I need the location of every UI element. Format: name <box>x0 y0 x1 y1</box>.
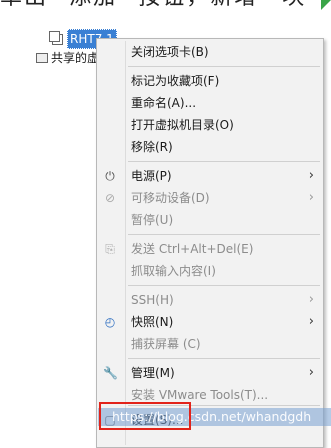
menu-item-label: 抓取输入内容(I) <box>131 264 216 278</box>
submenu-arrow-icon: › <box>308 168 314 183</box>
submenu-arrow-icon: › <box>308 314 314 329</box>
menu-separator <box>128 234 320 235</box>
menu-separator <box>128 66 320 67</box>
vm-icon <box>49 30 63 45</box>
highlight-box <box>99 402 191 430</box>
submenu-arrow-icon: › <box>308 190 314 205</box>
menu-separator <box>128 285 320 286</box>
menu-item-open-directory[interactable]: 打开虚拟机目录(O) <box>98 114 322 136</box>
submenu-arrow-icon: › <box>308 365 314 380</box>
context-menu: 关闭选项卡(B) 标记为收藏项(F) 重命名(A)... 打开虚拟机目录(O) … <box>96 38 324 448</box>
menu-item-removable-devices[interactable]: ⊘ 可移动设备(D) › <box>98 187 322 209</box>
power-icon: ⏻ <box>105 169 115 183</box>
menu-separator <box>128 161 320 162</box>
menu-separator <box>128 358 320 359</box>
wrench-icon: 🔧 <box>103 366 118 380</box>
menu-item-label: 移除(R) <box>131 140 173 154</box>
menu-item-snapshot[interactable]: ◴ 快照(N) › <box>98 311 322 333</box>
menu-item-ssh[interactable]: SSH(H) › <box>98 289 322 311</box>
menu-item-label: 电源(P) <box>131 169 172 183</box>
menu-item-label: SSH(H) <box>131 293 174 307</box>
send-keys-icon: ⎘ <box>105 242 115 256</box>
menu-item-remove[interactable]: 移除(R) <box>98 136 322 158</box>
submenu-arrow-icon: › <box>308 292 314 307</box>
menu-item-label: 标记为收藏项(F) <box>131 74 220 88</box>
menu-item-power[interactable]: ⏻ 电源(P) › <box>98 165 322 187</box>
menu-item-label: 关闭选项卡(B) <box>131 45 209 59</box>
menu-item-favorite[interactable]: 标记为收藏项(F) <box>98 70 322 92</box>
menu-item-label: 打开虚拟机目录(O) <box>131 118 234 132</box>
shared-vms-icon <box>36 53 48 63</box>
menu-item-grab-input[interactable]: 抓取输入内容(I) <box>98 260 322 282</box>
menu-item-rename[interactable]: 重命名(A)... <box>98 92 322 114</box>
menu-item-label: 暂停(U) <box>131 213 174 227</box>
menu-item-label: 捕获屏幕 (C) <box>131 337 201 351</box>
snapshot-icon: ◴ <box>104 315 116 329</box>
menu-item-label: 可移动设备(D) <box>131 191 210 205</box>
menu-item-close-tab[interactable]: 关闭选项卡(B) <box>98 41 322 63</box>
menu-item-label: 重命名(A)... <box>131 96 197 110</box>
menu-item-label: 快照(N) <box>131 315 174 329</box>
menu-item-send-ctrl-alt-del[interactable]: ⎘ 发送 Ctrl+Alt+Del(E) <box>98 238 322 260</box>
menu-item-label: 发送 Ctrl+Alt+Del(E) <box>131 242 254 256</box>
removable-device-icon: ⊘ <box>104 191 116 205</box>
menu-item-capture-screen[interactable]: 捕获屏幕 (C) <box>98 333 322 355</box>
menu-item-pause[interactable]: 暂停(U) <box>98 209 322 231</box>
menu-item-label: 管理(M) <box>131 366 175 380</box>
menu-item-manage[interactable]: 🔧 管理(M) › <box>98 362 322 384</box>
caption-text: 单出 "添加" 按钮，新增一块 <box>0 0 331 10</box>
